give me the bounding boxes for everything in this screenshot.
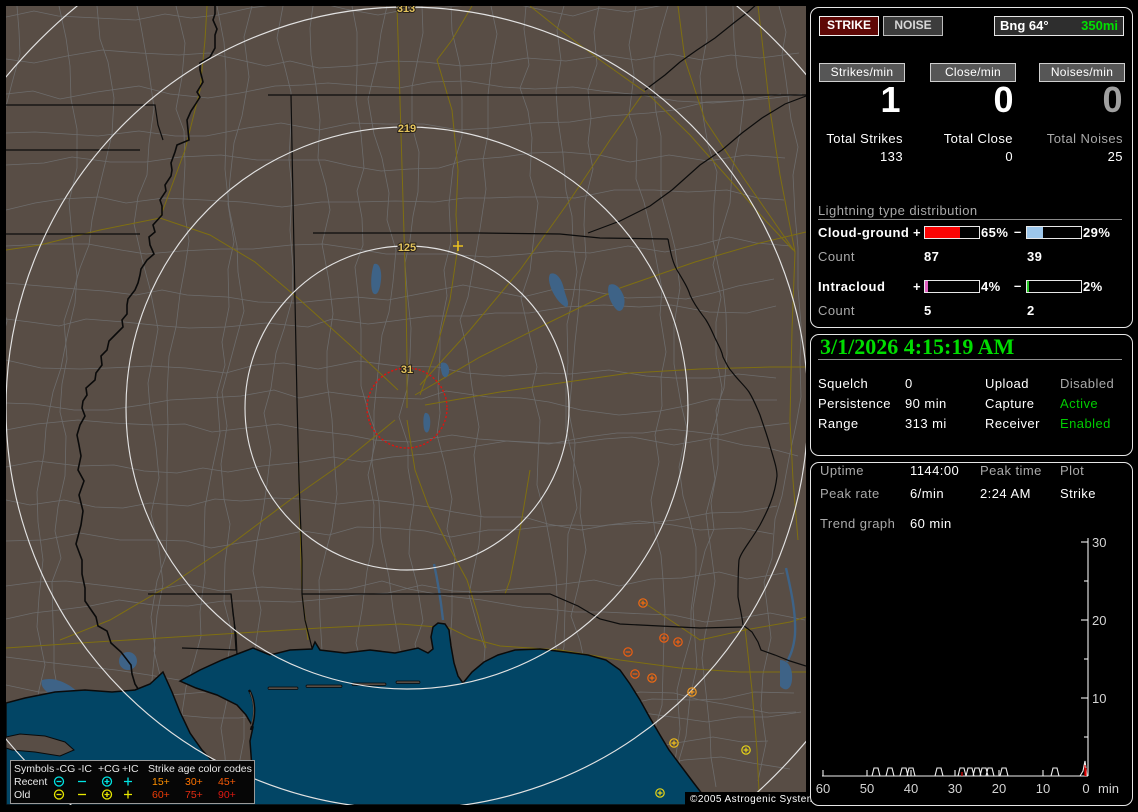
svg-text:10: 10 [1036, 781, 1050, 796]
svg-text:30: 30 [948, 781, 962, 796]
svg-text:20: 20 [1092, 613, 1106, 628]
svg-text:10: 10 [1092, 691, 1106, 706]
svg-text:20: 20 [992, 781, 1006, 796]
svg-text:40: 40 [904, 781, 918, 796]
svg-text:60: 60 [816, 781, 830, 796]
svg-text:0: 0 [1082, 781, 1089, 796]
svg-text:min: min [1098, 781, 1119, 796]
svg-text:30: 30 [1092, 535, 1106, 550]
svg-text:50: 50 [860, 781, 874, 796]
